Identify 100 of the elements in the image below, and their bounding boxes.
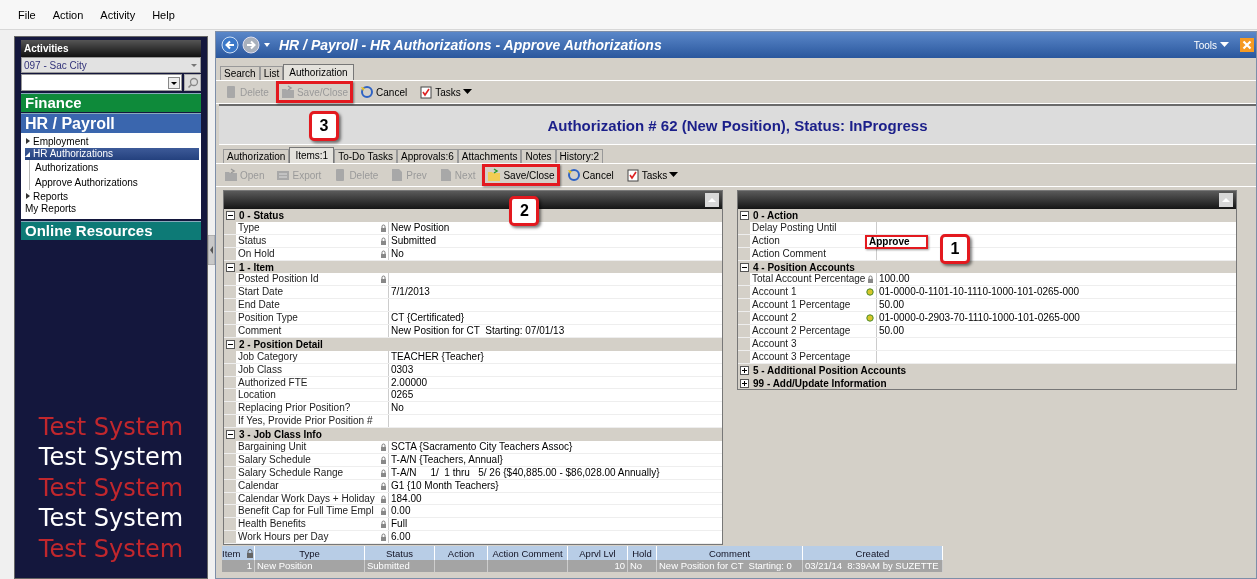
field-value[interactable]: 0265 <box>391 389 414 401</box>
section-title[interactable]: 2 - Position Detail <box>239 338 323 350</box>
property-row[interactable]: Delay Posting Until <box>738 221 1236 235</box>
property-row[interactable]: End Date <box>224 299 722 313</box>
section-title[interactable]: 5 - Additional Position Accounts <box>753 364 907 376</box>
property-row[interactable]: Account 2 01-0000-0-2903-70-1110-1000-101-0265-000 <box>738 312 1236 325</box>
section-title[interactable]: 1 - Item <box>239 261 274 273</box>
module-header[interactable]: Online Resources <box>21 221 201 240</box>
search-button[interactable] <box>184 74 201 91</box>
field-value[interactable]: 0303 <box>391 363 414 375</box>
field-value[interactable]: 01-0000-0-1101-10-1110-1000-101-0265-000 <box>879 286 1080 298</box>
field-value[interactable]: 184.00 <box>391 492 422 504</box>
menu-item[interactable]: Action <box>52 8 84 21</box>
property-row[interactable]: Benefit Cap for Full Time Empl 0.00 <box>224 505 722 519</box>
field-value[interactable]: TEACHER {Teacher} <box>391 350 484 362</box>
nav-item[interactable]: Authorizations <box>35 160 199 175</box>
section-title[interactable]: 4 - Position Accounts <box>753 261 855 273</box>
splitter-handle[interactable] <box>208 235 215 265</box>
property-row[interactable]: Account 2 Percentage 50.00 <box>738 325 1236 338</box>
field-value[interactable]: Full <box>391 518 408 530</box>
field-label: Replacing Prior Position? <box>238 402 351 414</box>
property-row[interactable]: Total Account Percentage 100.00 <box>738 273 1236 287</box>
expand-icon[interactable] <box>740 365 749 375</box>
property-row[interactable]: Type New Position <box>224 221 722 235</box>
field-value[interactable]: G1 {10 Month Teachers} <box>391 479 499 491</box>
property-row[interactable]: Comment New Position for CT Starting: 07/01/13 <box>224 325 722 338</box>
nav-item[interactable]: My Reports <box>25 202 199 215</box>
module-header[interactable]: Finance <box>21 93 201 112</box>
nav-item[interactable]: Approve Authorizations <box>35 175 199 190</box>
property-row[interactable]: Location 0265 <box>224 389 722 403</box>
tab[interactable]: History:2 <box>555 149 603 163</box>
tab[interactable]: List <box>259 66 284 80</box>
nav-item[interactable]: Reports <box>25 190 199 203</box>
toolbar-button[interactable]: Cancel <box>561 164 619 186</box>
menu-item[interactable]: Help <box>152 8 175 21</box>
field-value[interactable]: No <box>391 247 404 259</box>
table-cell: New Position for CT Starting: 0 <box>659 560 792 572</box>
section-title[interactable]: 3 - Job Class Info <box>239 429 322 441</box>
field-value[interactable]: 01-0000-0-2903-70-1110-1000-101-0265-000 <box>879 312 1080 324</box>
field-value[interactable]: No <box>391 402 404 414</box>
lock-icon <box>379 442 387 451</box>
field-value[interactable]: 7/1/2013 <box>391 286 430 298</box>
field-value[interactable]: T-A/N 1/ 1 thru 5/ 26 {$40,885.00 - $86,028.00 Annually} <box>391 466 660 478</box>
field-value[interactable]: 100.00 <box>879 273 910 285</box>
property-row[interactable]: Work Hours per Day 6.00 <box>224 531 722 545</box>
property-row[interactable]: Bargaining Unit SCTA {Sacramento City Teachers Assoc} <box>224 441 722 454</box>
toolbar-button[interactable]: Tasks <box>414 81 477 103</box>
section-title[interactable]: 99 - Add/Update Information <box>753 377 887 389</box>
field-value[interactable]: CT {Certificated} <box>391 312 465 324</box>
tab[interactable]: To-Do Tasks <box>334 149 397 163</box>
property-row[interactable]: Job Category TEACHER {Teacher} <box>224 350 722 364</box>
tab[interactable]: Search <box>220 66 260 80</box>
tab[interactable]: Notes <box>521 149 556 163</box>
nav-item[interactable]: HR Authorizations <box>25 147 199 160</box>
section-title[interactable]: 0 - Status <box>239 209 284 221</box>
field-value[interactable]: 2.00000 <box>391 376 428 388</box>
field-value[interactable]: New Position for CT Starting: 07/01/13 <box>391 325 565 336</box>
collapse-icon[interactable] <box>740 262 749 272</box>
field-value[interactable]: SCTA {Sacramento City Teachers Assoc} <box>391 441 573 453</box>
section-title[interactable]: 0 - Action <box>753 209 799 221</box>
property-row[interactable]: Position Type CT {Certificated} <box>224 312 722 325</box>
tab[interactable]: Authorization <box>283 64 354 80</box>
search-field[interactable] <box>21 74 182 91</box>
collapse-icon[interactable] <box>226 430 235 440</box>
field-value[interactable]: 6.00 <box>391 531 411 543</box>
collapse-icon[interactable] <box>226 262 235 272</box>
field-value[interactable]: T-A/N {Teachers, Annual} <box>391 453 503 465</box>
field-value[interactable]: 50.00 <box>879 299 905 311</box>
field-value[interactable]: New Position <box>391 221 450 233</box>
menu-item[interactable]: Activity <box>100 8 136 21</box>
lock-icon <box>379 275 387 284</box>
field-value[interactable]: 50.00 <box>879 325 905 336</box>
property-row[interactable]: Posted Position Id <box>224 273 722 287</box>
property-row[interactable]: Start Date 7/1/2013 <box>224 286 722 300</box>
expand-icon[interactable] <box>740 378 749 388</box>
property-row[interactable]: Account 1 01-0000-0-1101-10-1110-1000-101-0265-000 <box>738 286 1236 300</box>
property-row[interactable]: Replacing Prior Position? No <box>224 402 722 416</box>
test-system-label: Test System <box>38 411 184 442</box>
toolbar-button[interactable]: Cancel <box>355 81 413 103</box>
tab[interactable]: Items:1 <box>289 147 335 163</box>
field-value[interactable]: Submitted <box>391 234 437 246</box>
district-dropdown[interactable]: 097 - Sac City <box>21 57 201 73</box>
panel-header: Activities <box>21 40 201 57</box>
collapse-icon[interactable] <box>226 210 235 220</box>
menu-item[interactable]: File <box>18 8 36 21</box>
tab[interactable]: Attachments <box>457 149 522 163</box>
tab[interactable]: Approvals:6 <box>397 149 458 163</box>
module-header[interactable]: HR / Payroll <box>21 113 201 133</box>
tab[interactable]: Authorization <box>223 149 290 163</box>
property-row[interactable]: Account 1 Percentage 50.00 <box>738 299 1236 313</box>
property-row[interactable]: If Yes, Provide Prior Position # <box>224 415 722 429</box>
field-value[interactable]: Approve <box>865 234 928 249</box>
collapse-icon[interactable] <box>740 210 749 220</box>
collapse-icon[interactable] <box>226 339 235 349</box>
nav-item[interactable]: Employment <box>25 135 199 148</box>
tools-menu[interactable]: Tools <box>1193 39 1217 51</box>
caret-icon[interactable] <box>263 42 271 48</box>
field-value[interactable]: 0.00 <box>391 505 411 517</box>
property-row[interactable]: Health Benefits Full <box>224 518 722 532</box>
toolbar-button[interactable]: Tasks <box>620 164 684 186</box>
